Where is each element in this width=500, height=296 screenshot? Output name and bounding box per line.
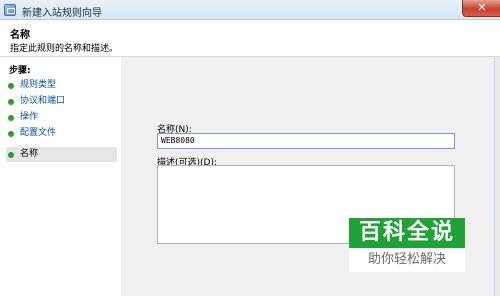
step-label[interactable]: 协议和端口 [20, 96, 65, 106]
step-bullet-icon [8, 99, 14, 105]
steps-heading: 步骤: [9, 66, 31, 76]
step-name-current[interactable]: 名称 [6, 147, 117, 162]
step-label: 名称 [20, 149, 39, 159]
step-bullet-icon [8, 115, 14, 121]
step-label[interactable]: 配置文件 [20, 128, 56, 138]
step-action[interactable]: 操作 [6, 110, 117, 125]
close-button[interactable]: ✕ [462, 0, 500, 17]
watermark-title: 百科全说 [349, 218, 465, 248]
step-bullet-icon [8, 152, 14, 158]
step-bullet-icon [8, 83, 14, 89]
page-description: 指定此规则的名称和描述。 [10, 44, 119, 54]
window-right-edge-scrollbar[interactable] [494, 57, 500, 296]
close-icon: ✕ [477, 1, 487, 14]
steps-panel: 步骤: 规则类型 协议和端口 操作 配置文件 名称 [0, 57, 121, 296]
step-profile[interactable]: 配置文件 [6, 126, 117, 141]
firewall-app-icon [4, 4, 16, 16]
page-title: 名称 [10, 30, 30, 41]
step-label[interactable]: 操作 [20, 112, 38, 122]
step-protocol-ports[interactable]: 协议和端口 [6, 94, 117, 109]
page-header: 名称 指定此规则的名称和描述。 [0, 20, 500, 57]
step-rule-type[interactable]: 规则类型 [6, 78, 117, 93]
window-title: 新建入站规则向导 [22, 8, 102, 19]
step-bullet-icon [8, 131, 14, 137]
watermark: 百科全说 助你轻松解决 [349, 218, 465, 272]
watermark-subtitle: 助你轻松解决 [349, 248, 465, 272]
name-input[interactable]: WEB8080 [157, 133, 455, 149]
step-label[interactable]: 规则类型 [20, 80, 56, 90]
title-bar: 新建入站规则向导 ✕ [0, 0, 500, 20]
